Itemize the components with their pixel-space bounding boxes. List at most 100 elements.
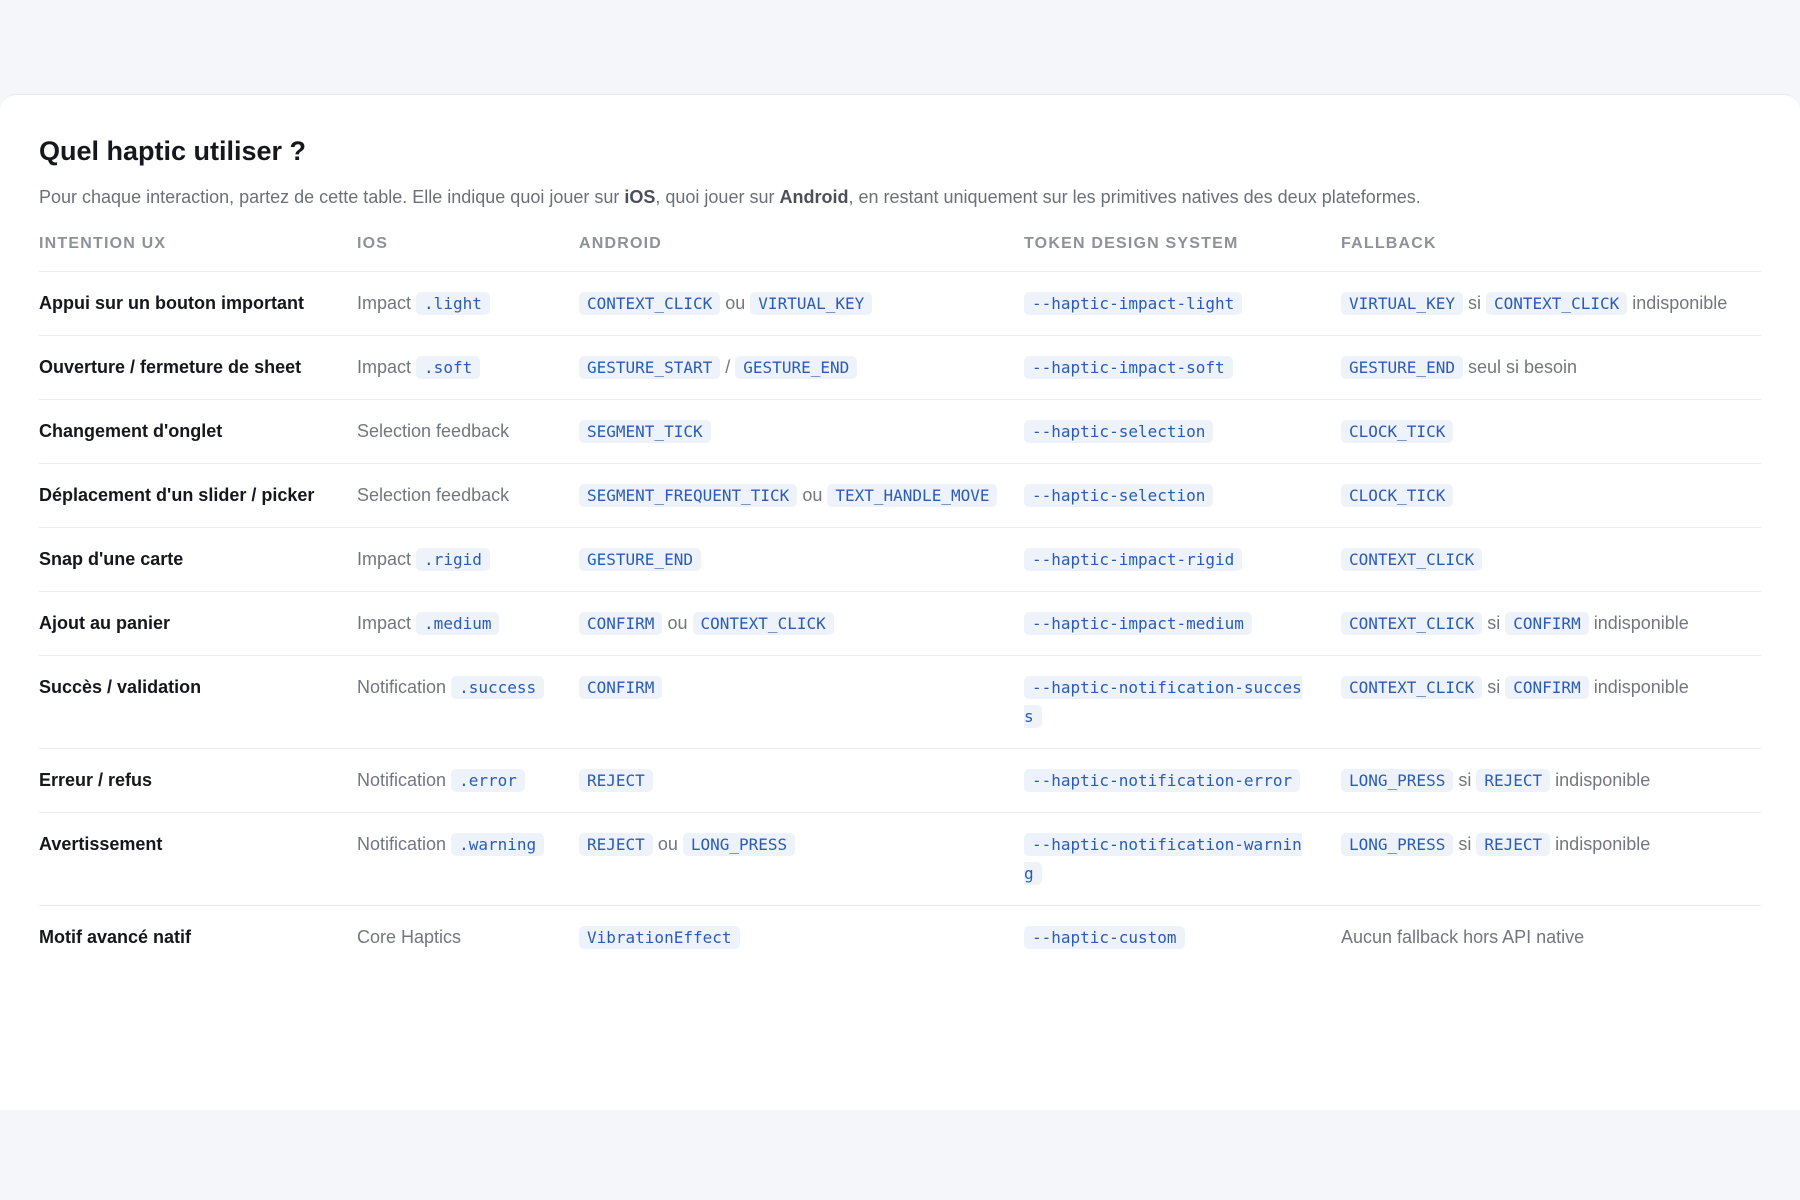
fallback-tail: indisponible (1555, 834, 1651, 854)
fallback-separator: si (1487, 677, 1501, 697)
fallback-code: LONG_PRESS (1341, 833, 1454, 856)
token-code: --haptic-notification-warning (1024, 833, 1302, 885)
cell-token: --haptic-selection (1024, 399, 1341, 464)
ios-text: Selection feedback (357, 485, 510, 505)
cell-ios: Impact .light (357, 271, 579, 336)
cell-token: --haptic-impact-soft (1024, 335, 1341, 400)
fallback-code: GESTURE_END (1341, 356, 1463, 379)
fallback-tail: indisponible (1632, 293, 1728, 313)
cell-intent: Ouverture / fermeture de sheet (39, 335, 357, 400)
cell-android: GESTURE_END (579, 527, 1024, 592)
ios-code: .light (416, 292, 490, 315)
fallback-code: CONTEXT_CLICK (1341, 612, 1483, 635)
table-row: Appui sur un bouton important Impact .lig… (39, 271, 1761, 336)
haptic-guide-card: Quel haptic utiliser ? Pour chaque inter… (0, 94, 1800, 1110)
subtitle-ios: iOS (624, 187, 656, 207)
cell-intent: Snap d'une carte (39, 527, 357, 592)
cell-token: --haptic-impact-light (1024, 271, 1341, 336)
subtitle-text-2: , quoi jouer sur (655, 187, 780, 207)
android-separator: / (725, 357, 731, 377)
ios-code: .medium (416, 612, 500, 635)
ios-code: .rigid (416, 548, 490, 571)
fallback-separator: si (1458, 834, 1472, 854)
android-separator: ou (667, 613, 688, 633)
table-header-row: Intention UX iOS Android Token design sy… (39, 225, 1761, 272)
cell-intent: Changement d'onglet (39, 399, 357, 464)
android-code: CONFIRM (579, 612, 663, 635)
fallback-separator: si (1487, 613, 1501, 633)
fallback-text: Aucun fallback hors API native (1341, 927, 1585, 947)
cell-token: --haptic-notification-warning (1024, 812, 1341, 906)
cell-token: --haptic-impact-medium (1024, 591, 1341, 656)
ios-text: Impact (357, 357, 412, 377)
token-code: --haptic-impact-soft (1024, 356, 1233, 379)
cell-ios: Impact .soft (357, 335, 579, 400)
table-row: Ouverture / fermeture de sheet Impact .so… (39, 335, 1761, 400)
fallback-tail: seul si besoin (1467, 357, 1578, 377)
ios-text: Impact (357, 293, 412, 313)
fallback-tail: indisponible (1593, 613, 1689, 633)
android-code: GESTURE_END (735, 356, 858, 379)
cell-android: REJECT (579, 748, 1024, 813)
cell-fallback: CONTEXT_CLICK (1341, 527, 1761, 592)
column-header-ios: iOS (357, 225, 579, 272)
cell-fallback: VIRTUAL_KEY si CONTEXT_CLICK indisponibl… (1341, 271, 1761, 336)
cell-intent: Appui sur un bouton important (39, 271, 357, 336)
column-header-android: Android (579, 225, 1024, 272)
cell-fallback: CONTEXT_CLICK si CONFIRM indisponible (1341, 655, 1761, 749)
ios-text: Notification (357, 677, 447, 697)
ios-text: Selection feedback (357, 421, 510, 441)
column-header-token: Token design system (1024, 225, 1341, 272)
cell-token: --haptic-notification-error (1024, 748, 1341, 813)
android-separator: ou (802, 485, 823, 505)
android-code: VIRTUAL_KEY (750, 292, 873, 315)
column-header-fallback: Fallback (1341, 225, 1761, 272)
ios-text: Notification (357, 834, 447, 854)
fallback-code: CONFIRM (1505, 676, 1589, 699)
column-header-intent: Intention UX (39, 225, 357, 272)
token-code: --haptic-impact-medium (1024, 612, 1252, 635)
cell-android: VibrationEffect (579, 906, 1024, 970)
cell-android: REJECT ou LONG_PRESS (579, 812, 1024, 906)
fallback-code: LONG_PRESS (1341, 769, 1454, 792)
ios-text: Impact (357, 549, 412, 569)
fallback-tail: indisponible (1555, 770, 1651, 790)
cell-android: GESTURE_START / GESTURE_END (579, 335, 1024, 400)
fallback-separator: si (1467, 293, 1481, 313)
ios-text: Notification (357, 770, 447, 790)
cell-fallback: LONG_PRESS si REJECT indisponible (1341, 812, 1761, 906)
subtitle-text-3: , en restant uniquement sur les primitiv… (848, 187, 1421, 207)
cell-ios: Impact .rigid (357, 527, 579, 592)
cell-intent: Motif avancé natif (39, 927, 192, 947)
table-row: Succès / validation Notification .success… (39, 655, 1761, 749)
token-code: --haptic-impact-light (1024, 292, 1243, 315)
android-code: VibrationEffect (579, 926, 740, 949)
cell-ios: Selection feedback (357, 463, 579, 528)
cell-intent: Avertissement (39, 812, 357, 906)
ios-text: Core Haptics (357, 927, 462, 947)
subtitle-text-1: Pour chaque interaction, partez de cette… (39, 187, 625, 207)
cell-android: CONFIRM (579, 655, 1024, 749)
table-row: Snap d'une carte Impact .rigid GESTURE_END… (39, 527, 1761, 592)
cell-fallback: Aucun fallback hors API native (1341, 906, 1761, 970)
token-code: --haptic-selection (1024, 420, 1214, 443)
token-code: --haptic-selection (1024, 484, 1214, 507)
android-separator: ou (725, 293, 746, 313)
cell-fallback: CLOCK_TICK (1341, 399, 1761, 464)
fallback-code: CLOCK_TICK (1341, 484, 1454, 507)
fallback-code: CONTEXT_CLICK (1486, 292, 1628, 315)
cell-android: CONTEXT_CLICK ou VIRTUAL_KEY (579, 271, 1024, 336)
fallback-code: CONTEXT_CLICK (1341, 676, 1483, 699)
cell-ios: Core Haptics (357, 906, 579, 970)
fallback-code: VIRTUAL_KEY (1341, 292, 1463, 315)
android-code: TEXT_HANDLE_MOVE (827, 484, 998, 507)
ios-text: Impact (357, 613, 412, 633)
ios-code: .warning (451, 833, 545, 856)
subtitle-android: Android (779, 187, 849, 207)
page-subtitle: Pour chaque interaction, partez de cette… (39, 183, 1761, 211)
cell-fallback: LONG_PRESS si REJECT indisponible (1341, 748, 1761, 813)
token-code: --haptic-impact-rigid (1024, 548, 1243, 571)
cell-android: SEGMENT_TICK (579, 399, 1024, 464)
token-code: --haptic-notification-error (1024, 769, 1301, 792)
fallback-code: REJECT (1476, 769, 1551, 792)
